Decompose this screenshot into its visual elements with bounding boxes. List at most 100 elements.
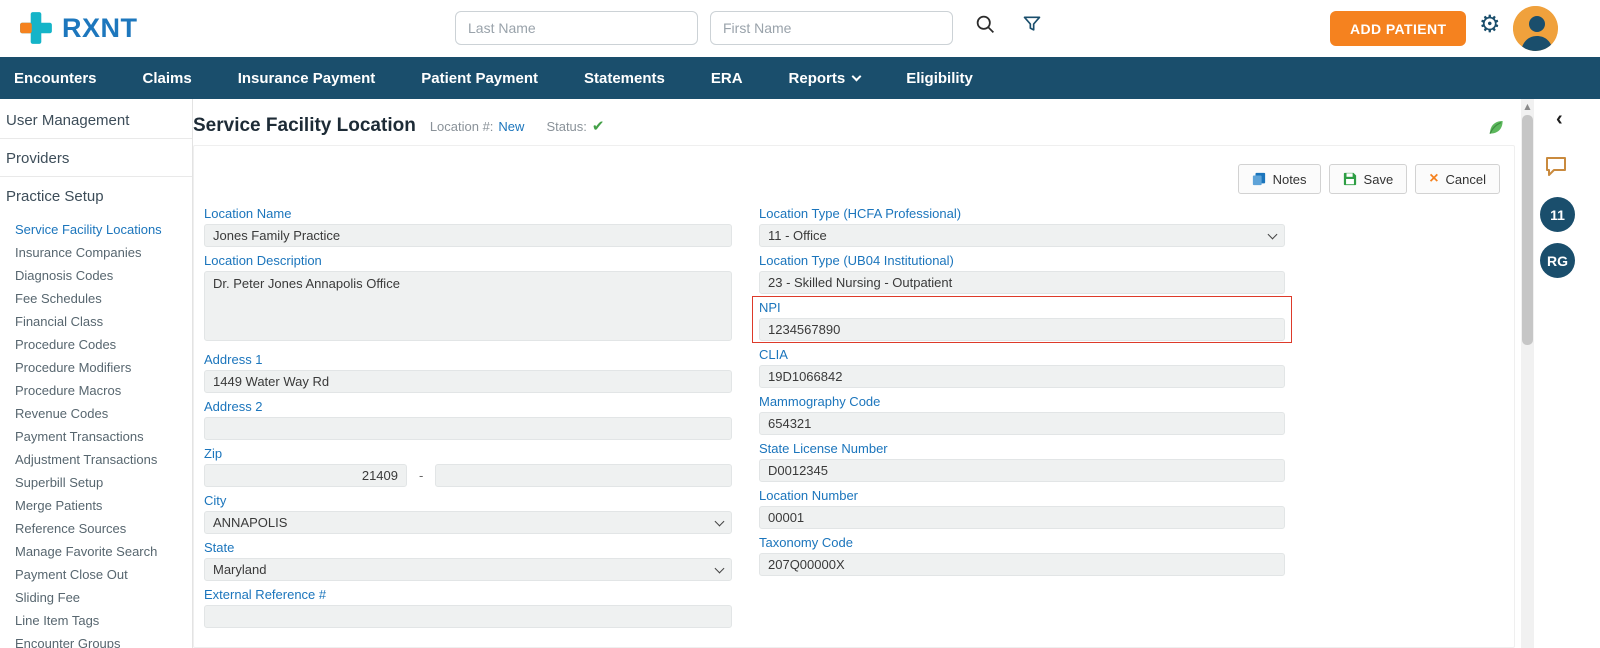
settings-gear-icon[interactable]: ⚙	[1479, 12, 1501, 36]
search-button[interactable]	[975, 14, 996, 38]
save-icon	[1343, 172, 1357, 186]
field-address2: Address 2	[204, 399, 732, 440]
cancel-button-label: Cancel	[1446, 172, 1486, 187]
city-select[interactable]: ANNAPOLIS	[204, 511, 732, 534]
sidebar-item-adjustment-transactions[interactable]: Adjustment Transactions	[15, 448, 192, 471]
location-name-input[interactable]	[204, 224, 732, 247]
sidebar-item-procedure-codes[interactable]: Procedure Codes	[15, 333, 192, 356]
address2-input[interactable]	[204, 417, 732, 440]
rxnt-logo[interactable]: RXNT	[18, 10, 138, 46]
sidebar-item-diagnosis-codes[interactable]: Diagnosis Codes	[15, 264, 192, 287]
clia-input[interactable]	[759, 365, 1285, 388]
field-location-type-hcfa: Location Type (HCFA Professional) 11 - O…	[759, 206, 1285, 247]
location-number-field-label: Location Number	[759, 488, 1285, 503]
nav-encounters[interactable]: Encounters	[14, 70, 97, 87]
field-address1: Address 1	[204, 352, 732, 393]
field-npi-highlighted: NPI	[759, 300, 1285, 341]
sidebar-item-manage-favorite-search[interactable]: Manage Favorite Search	[15, 540, 192, 563]
practice-setup-items: Service Facility Locations Insurance Com…	[0, 218, 192, 648]
sidebar-item-fee-schedules[interactable]: Fee Schedules	[15, 287, 192, 310]
sidebar-item-insurance-companies[interactable]: Insurance Companies	[15, 241, 192, 264]
last-name-input[interactable]	[455, 11, 698, 45]
nav-patient-payment[interactable]: Patient Payment	[421, 70, 538, 87]
sidebar-section-practice-setup[interactable]: Practice Setup	[0, 177, 192, 214]
field-clia: CLIA	[759, 347, 1285, 388]
taxonomy-code-input[interactable]	[759, 553, 1285, 576]
state-select[interactable]: Maryland	[204, 558, 732, 581]
nav-era[interactable]: ERA	[711, 70, 743, 87]
external-reference-input[interactable]	[204, 605, 732, 628]
location-description-textarea[interactable]: Dr. Peter Jones Annapolis Office	[204, 271, 732, 341]
cancel-button[interactable]: × Cancel	[1415, 164, 1500, 194]
mammography-code-input[interactable]	[759, 412, 1285, 435]
zip-row: -	[204, 464, 732, 487]
sidebar-item-financial-class[interactable]: Financial Class	[15, 310, 192, 333]
form-left-column: Location Name Location Description Dr. P…	[204, 206, 732, 634]
location-number-input[interactable]	[759, 506, 1285, 529]
field-location-name: Location Name	[204, 206, 732, 247]
sidebar-item-payment-transactions[interactable]: Payment Transactions	[15, 425, 192, 448]
sidebar-item-payment-close-out[interactable]: Payment Close Out	[15, 563, 192, 586]
state-license-input[interactable]	[759, 459, 1285, 482]
nav-insurance-payment[interactable]: Insurance Payment	[238, 70, 376, 87]
location-type-hcfa-select[interactable]: 11 - Office	[759, 224, 1285, 247]
sidebar-item-superbill-setup[interactable]: Superbill Setup	[15, 471, 192, 494]
sidebar-item-merge-patients[interactable]: Merge Patients	[15, 494, 192, 517]
location-type-ub04-input[interactable]	[759, 271, 1285, 294]
chat-icon[interactable]	[1544, 155, 1568, 182]
nav-eligibility[interactable]: Eligibility	[906, 70, 973, 87]
user-avatar[interactable]	[1513, 6, 1558, 51]
address1-input[interactable]	[204, 370, 732, 393]
city-label: City	[204, 493, 732, 508]
add-patient-button[interactable]: ADD PATIENT	[1330, 11, 1466, 46]
sidebar-item-encounter-groups[interactable]: Encounter Groups	[15, 632, 192, 648]
nav-reports[interactable]: Reports	[789, 70, 861, 87]
sidebar-section-user-management[interactable]: User Management	[0, 101, 192, 139]
zip-label: Zip	[204, 446, 732, 461]
scrollbar-thumb[interactable]	[1522, 115, 1533, 345]
save-button[interactable]: Save	[1329, 164, 1408, 194]
vertical-scrollbar[interactable]: ▲	[1521, 99, 1534, 648]
sidebar-item-procedure-macros[interactable]: Procedure Macros	[15, 379, 192, 402]
collapse-panel-icon[interactable]: ‹	[1556, 109, 1563, 129]
field-city: City ANNAPOLIS	[204, 493, 732, 534]
sidebar-section-providers[interactable]: Providers	[0, 139, 192, 177]
nav-statements[interactable]: Statements	[584, 70, 665, 87]
location-type-hcfa-value: 11 - Office	[768, 228, 827, 243]
sidebar-item-procedure-modifiers[interactable]: Procedure Modifiers	[15, 356, 192, 379]
field-zip: Zip -	[204, 446, 732, 487]
nav-claims[interactable]: Claims	[143, 70, 192, 87]
location-description-label: Location Description	[204, 253, 732, 268]
taxonomy-code-label: Taxonomy Code	[759, 535, 1285, 550]
sidebar-item-service-facility-locations[interactable]: Service Facility Locations	[15, 218, 192, 241]
field-state: State Maryland	[204, 540, 732, 581]
field-location-description: Location Description Dr. Peter Jones Ann…	[204, 253, 732, 346]
scrollbar-up-arrow-icon[interactable]: ▲	[1521, 99, 1534, 111]
chevron-down-icon	[852, 71, 862, 81]
save-button-label: Save	[1364, 172, 1394, 187]
zip-ext-input[interactable]	[435, 464, 732, 487]
sidebar-item-sliding-fee[interactable]: Sliding Fee	[15, 586, 192, 609]
field-taxonomy-code: Taxonomy Code	[759, 535, 1285, 576]
user-initials-badge[interactable]: RG	[1540, 243, 1575, 278]
notes-button[interactable]: Notes	[1238, 164, 1321, 194]
chevron-down-icon	[1268, 229, 1278, 239]
notification-count-badge[interactable]: 11	[1540, 197, 1575, 232]
field-location-type-ub04: Location Type (UB04 Institutional)	[759, 253, 1285, 294]
sidebar-item-revenue-codes[interactable]: Revenue Codes	[15, 402, 192, 425]
field-external-reference: External Reference #	[204, 587, 732, 628]
first-name-input[interactable]	[710, 11, 953, 45]
npi-input[interactable]	[759, 318, 1285, 341]
toolbar: Notes Save × Cancel	[204, 146, 1504, 206]
location-type-hcfa-label: Location Type (HCFA Professional)	[759, 206, 1285, 221]
main-content: Service Facility Location Location #: Ne…	[193, 99, 1521, 648]
state-label: State	[204, 540, 732, 555]
filter-button[interactable]	[1022, 14, 1042, 37]
leaf-icon	[1486, 117, 1505, 136]
sidebar-item-line-item-tags[interactable]: Line Item Tags	[15, 609, 192, 632]
zip-separator: -	[419, 468, 423, 483]
sidebar-item-reference-sources[interactable]: Reference Sources	[15, 517, 192, 540]
zip-input[interactable]	[204, 464, 407, 487]
person-icon	[1513, 6, 1558, 51]
location-type-ub04-label: Location Type (UB04 Institutional)	[759, 253, 1285, 268]
